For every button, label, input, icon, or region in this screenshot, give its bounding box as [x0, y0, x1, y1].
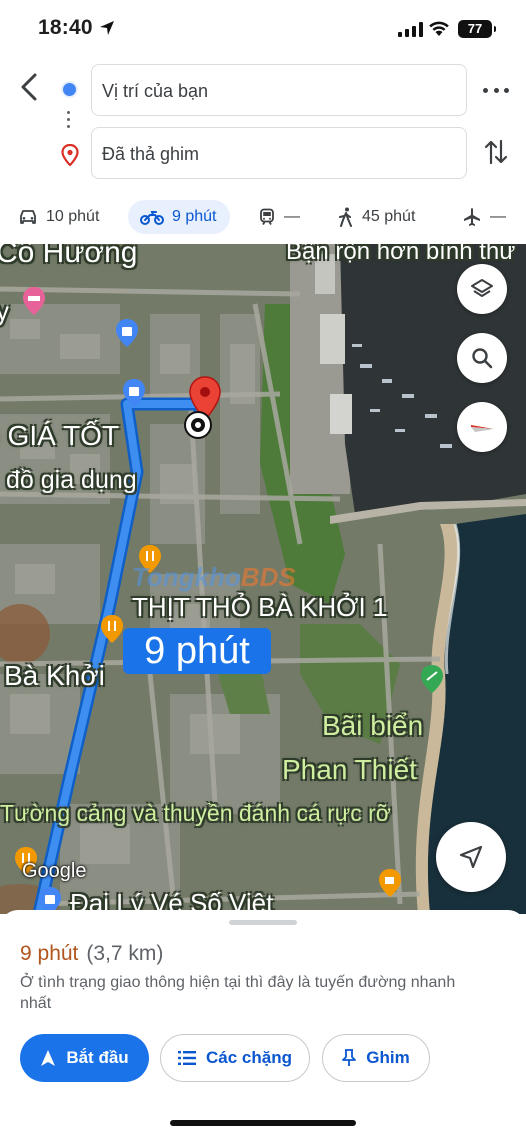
map-label-y: y: [0, 296, 9, 326]
layers-button[interactable]: [457, 264, 507, 314]
pin-button[interactable]: Ghim: [322, 1034, 430, 1082]
mode-flight-label: —: [490, 208, 506, 225]
pin-button-label: Ghim: [366, 1048, 410, 1067]
start-button-label: Bắt đầu: [66, 1048, 129, 1067]
shopping-marker-icon[interactable]: [122, 378, 146, 408]
back-button[interactable]: [14, 72, 44, 102]
steps-button-label: Các chặng: [206, 1048, 292, 1067]
mode-transit-label: —: [284, 208, 300, 225]
origin-dot-icon: [63, 83, 76, 96]
motorbike-icon: [140, 211, 164, 225]
mode-walk-label: 45 phút: [362, 208, 416, 225]
mode-motorbike-tab[interactable]: 9 phút: [128, 200, 231, 234]
mode-motorbike-label: 9 phút: [172, 208, 217, 225]
search-icon: [472, 348, 493, 369]
start-button[interactable]: Bắt đầu: [20, 1034, 149, 1082]
map-label-gia-tot: G GIÁ TỐT: [0, 420, 120, 451]
my-location-button[interactable]: [436, 822, 506, 892]
compass-icon: [471, 425, 494, 432]
cafe-marker-icon[interactable]: [378, 868, 402, 898]
hotel-marker-icon[interactable]: [22, 286, 46, 316]
route-time: 9 phút: [20, 942, 79, 965]
mode-walk-tab[interactable]: 45 phút: [338, 200, 415, 234]
map-label-phan-thiet: Phan Thiết: [282, 754, 417, 785]
map-label-ba-khoi: Bà Khởi: [4, 660, 105, 691]
walk-icon: [339, 207, 352, 227]
compass-button[interactable]: [457, 402, 507, 452]
navigation-arrow-icon: [459, 845, 483, 869]
wifi-icon: [429, 21, 449, 36]
map-label-thit-tho: THỊT THỎ BÀ KHỞI 1: [132, 592, 388, 622]
google-logo: Google: [22, 860, 87, 882]
location-arrow-icon: [100, 21, 114, 35]
steps-button[interactable]: Các chặng: [160, 1034, 310, 1082]
mode-transit-tab[interactable]: —: [258, 200, 300, 234]
origin-field[interactable]: Vị trí của bạn: [91, 64, 467, 116]
route-duration-label[interactable]: 9 phút: [123, 628, 271, 674]
search-along-route-button[interactable]: [457, 333, 507, 383]
more-options-button[interactable]: [483, 80, 509, 100]
map-label-tuong-cang: Tường cảng và thuyền đánh cá rực rỡ: [0, 800, 391, 826]
map-label-co-huong: Cô Hương: [0, 244, 138, 269]
watermark: TongkhoBDS: [132, 562, 296, 592]
back-arrow-icon: [21, 73, 37, 101]
map-label-do-gia-dung: đồ gia dụng: [6, 466, 137, 494]
map-label-ban-ron: Bận rộn hơn bình thư: [286, 244, 516, 265]
travel-mode-bar: 10 phút 9 phút — 45 phút —: [0, 198, 526, 240]
map-label-bai-bien: Bãi biển: [322, 710, 424, 741]
pushpin-icon: [342, 1049, 357, 1066]
route-summary: 9 phút (3,7 km): [20, 942, 163, 966]
swap-icon[interactable]: [484, 138, 508, 166]
route-description: Ở tình trạng giao thông hiện tại thì đây…: [20, 974, 456, 1012]
signal-icon: [398, 22, 423, 37]
route-dots-icon: [67, 111, 70, 128]
mode-car-tab[interactable]: 10 phút: [18, 200, 99, 234]
restaurant-marker-icon[interactable]: [100, 614, 124, 644]
status-time: 18:40: [38, 16, 93, 39]
drag-handle[interactable]: [229, 920, 297, 925]
shopping-marker-icon[interactable]: [115, 318, 139, 348]
mode-flight-tab[interactable]: —: [462, 200, 506, 234]
route-summary-sheet: 9 phút (3,7 km) Ở tình trạng giao thông h…: [0, 910, 526, 1138]
airplane-icon: [464, 208, 480, 226]
status-bar: 18:40 77: [0, 0, 526, 58]
navigation-icon: [41, 1050, 56, 1066]
list-icon: [178, 1051, 196, 1065]
train-icon: [260, 208, 274, 225]
route-end-marker-icon: [184, 411, 212, 439]
home-indicator[interactable]: [170, 1120, 356, 1126]
mode-car-label: 10 phút: [46, 208, 100, 225]
car-icon: [20, 210, 36, 224]
destination-pin-icon: [61, 144, 79, 166]
park-marker-icon[interactable]: [420, 664, 444, 694]
map-view[interactable]: Cô Hương Bận rộn hơn bình thư y G GIÁ TỐ…: [0, 244, 526, 914]
destination-field[interactable]: Đã thả ghim: [91, 127, 467, 179]
route-distance: (3,7 km): [86, 942, 164, 965]
battery-icon: 77: [458, 20, 496, 38]
layers-icon: [471, 279, 493, 297]
